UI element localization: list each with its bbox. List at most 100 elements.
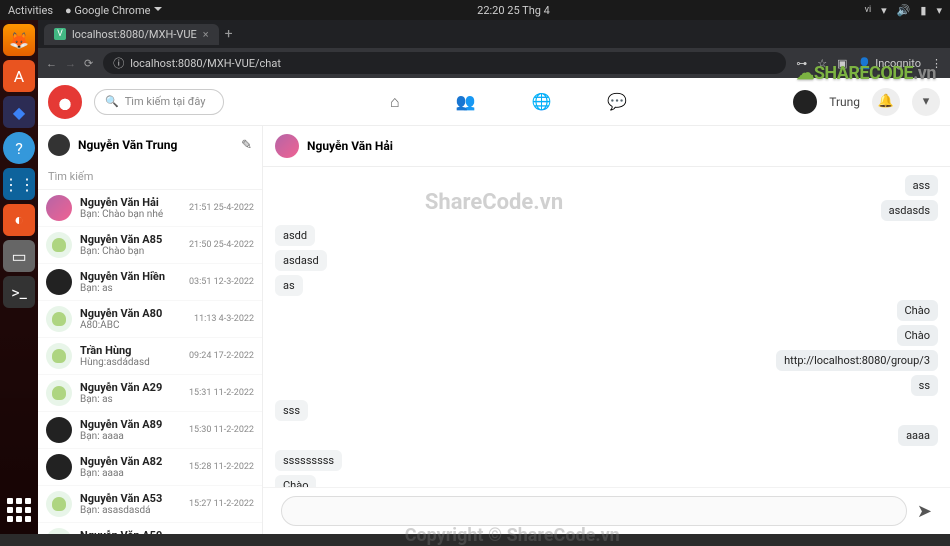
chrome-window: V localhost:8080/MXH-VUE × + ← → ⟳ ⓘ loc… (38, 20, 950, 534)
search-placeholder: Tìm kiếm tại đây (125, 95, 206, 108)
dock-help[interactable]: ? (3, 132, 35, 164)
os-clock: 22:20 25 Thg 4 (477, 4, 550, 17)
conversation-item[interactable]: Nguyễn Văn A29Bạn: as15:31 11-2-2022 (38, 375, 262, 412)
conversation-time: 21:50 25-4-2022 (189, 240, 254, 250)
conversation-item[interactable]: Nguyễn Văn A53Bạn: asasdasdá15:27 11-2-2… (38, 486, 262, 523)
message-incoming: asdd (275, 225, 315, 246)
conversation-preview: Bạn: as (80, 283, 181, 294)
dock-terminal[interactable]: >_ (3, 276, 35, 308)
conversation-name: Nguyễn Văn A59 (80, 529, 181, 534)
conversation-item[interactable]: Nguyễn Văn A82Bạn: aaaa 15:28 11-2-2022 (38, 449, 262, 486)
conversation-preview: Bạn: Chào bạn (80, 246, 181, 257)
conversation-item[interactable]: Nguyễn Văn A80A80:ABC11:13 4-3-2022 (38, 301, 262, 338)
message-outgoing: Chào (897, 300, 938, 321)
message-incoming: sss (275, 400, 308, 421)
new-tab-button[interactable]: + (225, 26, 233, 42)
nav-friends-icon[interactable]: 👥 (456, 92, 476, 112)
conversation-name: Nguyễn Văn Hải (80, 196, 181, 209)
message-outgoing: asdasds (881, 200, 938, 221)
nav-globe-icon[interactable]: 🌐 (531, 92, 551, 112)
nav-home-icon[interactable]: ⌂ (390, 92, 400, 112)
nav-reload-icon[interactable]: ⟳ (84, 57, 93, 70)
app-header: 🔍 Tìm kiếm tại đây ⌂ 👥 🌐 💬 Trung 🔔 ▾ (38, 78, 950, 126)
tab-favicon: V (54, 28, 66, 40)
conversation-search[interactable]: Tìm kiếm (38, 164, 262, 190)
conversation-list[interactable]: Nguyễn Văn HảiBạn: Chào bạn nhé21:51 25-… (38, 190, 262, 534)
conversation-item[interactable]: Nguyễn Văn HảiBạn: Chào bạn nhé21:51 25-… (38, 190, 262, 227)
account-menu-button[interactable]: ▾ (912, 88, 940, 116)
dock-settings[interactable]: ◐ (3, 204, 35, 236)
send-icon: ➤ (917, 501, 932, 522)
dock-firefox[interactable]: 🦊 (3, 24, 35, 56)
message-incoming: sssssssss (275, 450, 342, 471)
url-box[interactable]: ⓘ localhost:8080/MXH-VUE/chat (103, 52, 786, 74)
app-menu[interactable]: ● Google Chrome (65, 4, 162, 17)
watermark-logo: ☁SHARECODE.vn (796, 63, 936, 84)
message-list[interactable]: assasdasdsasddasdasdasChàoChàohttp://loc… (263, 167, 950, 487)
nav-back-icon[interactable]: ← (46, 57, 57, 70)
conversation-item[interactable]: Trần HùngHùng:asdádasd09:24 17-2-2022 (38, 338, 262, 375)
dock-software[interactable]: A (3, 60, 35, 92)
app-page: 🔍 Tìm kiếm tại đây ⌂ 👥 🌐 💬 Trung 🔔 ▾ (38, 78, 950, 534)
conversation-item[interactable]: Nguyễn Văn A59Bạn: sss15:27 11-2-2022 (38, 523, 262, 534)
conversation-avatar (46, 454, 72, 480)
conversation-time: 15:28 11-2-2022 (189, 462, 254, 472)
chat-panel: Nguyễn Văn Hải assasdasdsasddasdasdasChà… (263, 126, 950, 534)
conversation-item[interactable]: Nguyễn Văn HiềnBạn: as03:51 12-3-2022 (38, 264, 262, 301)
site-info-icon[interactable]: ⓘ (113, 55, 124, 71)
message-incoming: Chào (275, 475, 316, 487)
os-topbar: Activities ● Google Chrome 22:20 25 Thg … (0, 0, 950, 20)
message-outgoing: http://localhost:8080/group/3 (776, 350, 938, 371)
conversation-time: 15:30 11-2-2022 (189, 425, 254, 435)
wifi-icon[interactable]: ▾ (881, 4, 887, 17)
global-search[interactable]: 🔍 Tìm kiếm tại đây (94, 89, 224, 115)
conversation-name: Nguyễn Văn A82 (80, 455, 181, 468)
conversation-preview: Bạn: aaaa (80, 468, 181, 479)
notifications-button[interactable]: 🔔 (872, 88, 900, 116)
activities-button[interactable]: Activities (8, 4, 53, 17)
tab-strip: V localhost:8080/MXH-VUE × + (38, 20, 950, 48)
browser-tab[interactable]: V localhost:8080/MXH-VUE × (44, 24, 219, 45)
volume-icon[interactable]: 🔊 (897, 4, 911, 17)
dock-files[interactable]: ▭ (3, 240, 35, 272)
dock-apps-grid[interactable] (3, 494, 35, 526)
dock-vscode[interactable]: ⋮⋮ (3, 168, 35, 200)
header-avatar[interactable] (793, 90, 817, 114)
conversation-avatar (46, 269, 72, 295)
send-button[interactable]: ➤ (917, 501, 932, 522)
conversation-avatar (46, 417, 72, 443)
conversation-name: Nguyễn Văn A89 (80, 418, 181, 431)
conversation-name: Nguyễn Văn Hiền (80, 270, 181, 283)
conversation-time: 09:24 17-2-2022 (189, 351, 254, 361)
nav-forward-icon[interactable]: → (65, 57, 76, 70)
system-menu[interactable]: ▾ (936, 4, 942, 17)
os-tray[interactable]: vi ▾ 🔊 ▮ ▾ (865, 4, 942, 17)
conversation-avatar (46, 491, 72, 517)
app-logo[interactable] (48, 85, 82, 119)
message-incoming: as (275, 275, 303, 296)
lang-indicator[interactable]: vi (865, 5, 872, 15)
battery-icon[interactable]: ▮ (920, 4, 926, 17)
dock-editor[interactable]: ◆ (3, 96, 35, 128)
header-username[interactable]: Trung (829, 95, 860, 109)
tab-close-icon[interactable]: × (203, 28, 209, 41)
peer-avatar[interactable] (275, 134, 299, 158)
nav-chat-icon[interactable]: 💬 (607, 92, 627, 112)
conversation-item[interactable]: Nguyễn Văn A89Bạn: aaaa15:30 11-2-2022 (38, 412, 262, 449)
me-name: Nguyễn Văn Trung (78, 138, 233, 152)
message-incoming: asdasd (275, 250, 327, 271)
conversation-preview: A80:ABC (80, 320, 186, 331)
me-avatar[interactable] (48, 134, 70, 156)
message-input[interactable] (281, 496, 907, 526)
conversation-item[interactable]: Nguyễn Văn A85Bạn: Chào bạn21:50 25-4-20… (38, 227, 262, 264)
conversation-time: 15:27 11-2-2022 (189, 499, 254, 509)
header-nav: ⌂ 👥 🌐 💬 (236, 92, 781, 112)
conversation-avatar (46, 380, 72, 406)
url-text: localhost:8080/MXH-VUE/chat (130, 57, 281, 70)
conversation-name: Nguyễn Văn A80 (80, 307, 186, 320)
conversation-name: Nguyễn Văn A53 (80, 492, 181, 505)
compose-button[interactable]: ✎ (241, 138, 252, 153)
composer: ➤ (263, 487, 950, 534)
conversation-preview: Bạn: as (80, 394, 181, 405)
chat-header: Nguyễn Văn Hải (263, 126, 950, 167)
